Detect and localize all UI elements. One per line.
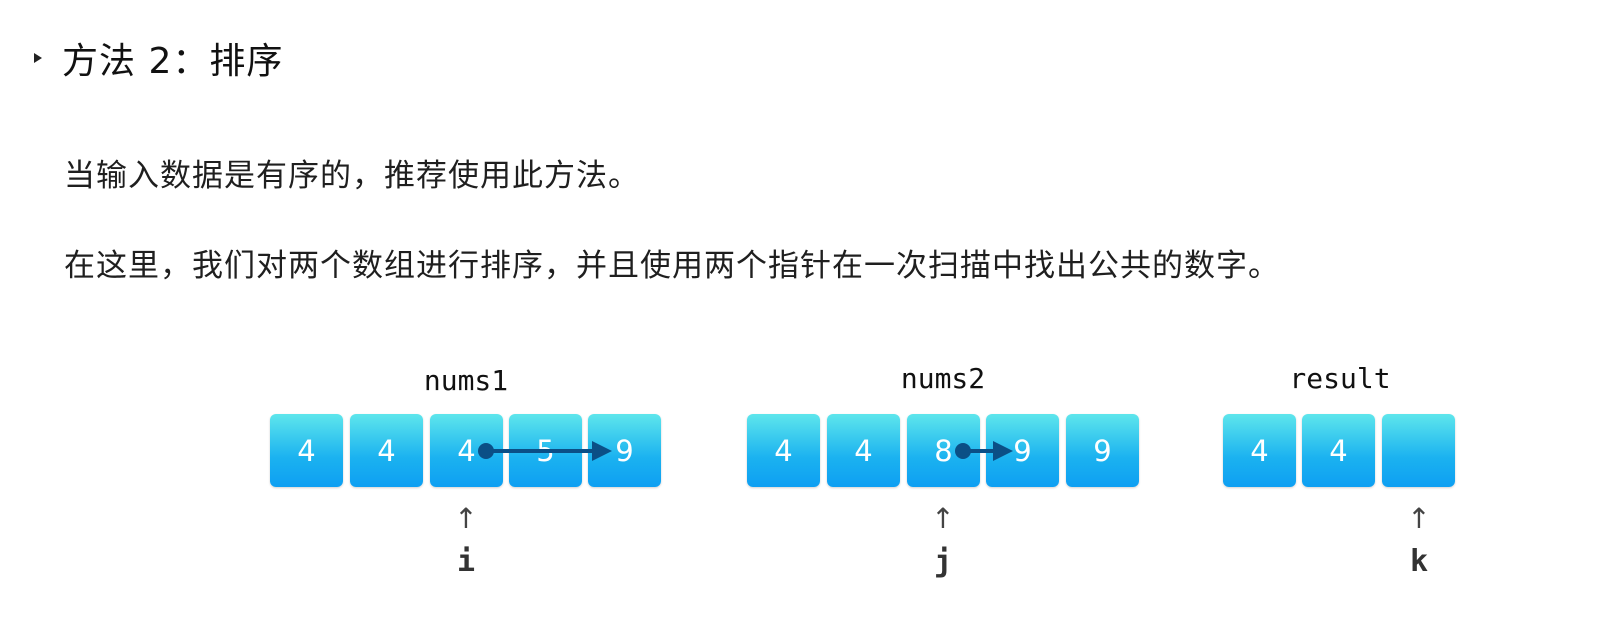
pointer-j-label: j xyxy=(933,544,953,579)
nums1-cell: 9 xyxy=(588,414,661,487)
pointer-move-arrows xyxy=(478,441,1013,461)
nums1-label: nums1 xyxy=(423,364,509,397)
result-cell xyxy=(1382,414,1455,487)
nums2-cell: 4 xyxy=(747,414,820,487)
nums1-cell: 4 xyxy=(430,414,503,487)
nums1-cell: 4 xyxy=(270,414,343,487)
result-label: result xyxy=(1289,362,1391,395)
nums1-cell: 5 xyxy=(509,414,582,487)
nums2-cell: 9 xyxy=(986,414,1059,487)
result-cell: 4 xyxy=(1223,414,1296,487)
two-pointer-diagram: nums1 nums2 result 4 4 4 5 9 4 4 8 9 9 4… xyxy=(0,0,1618,620)
nums2-cell: 8 xyxy=(907,414,980,487)
result-cell: 4 xyxy=(1302,414,1375,487)
pointer-k-label: k xyxy=(1409,544,1429,579)
pointer-i-arrow-icon: ↑ xyxy=(454,502,478,535)
pointer-k-arrow-icon: ↑ xyxy=(1407,502,1431,535)
pointer-j-arrow-icon: ↑ xyxy=(931,502,955,535)
nums1-cell: 4 xyxy=(350,414,423,487)
nums2-label: nums2 xyxy=(900,362,986,395)
nums2-cell: 4 xyxy=(827,414,900,487)
pointer-i-label: i xyxy=(456,544,476,579)
nums2-cell: 9 xyxy=(1066,414,1139,487)
